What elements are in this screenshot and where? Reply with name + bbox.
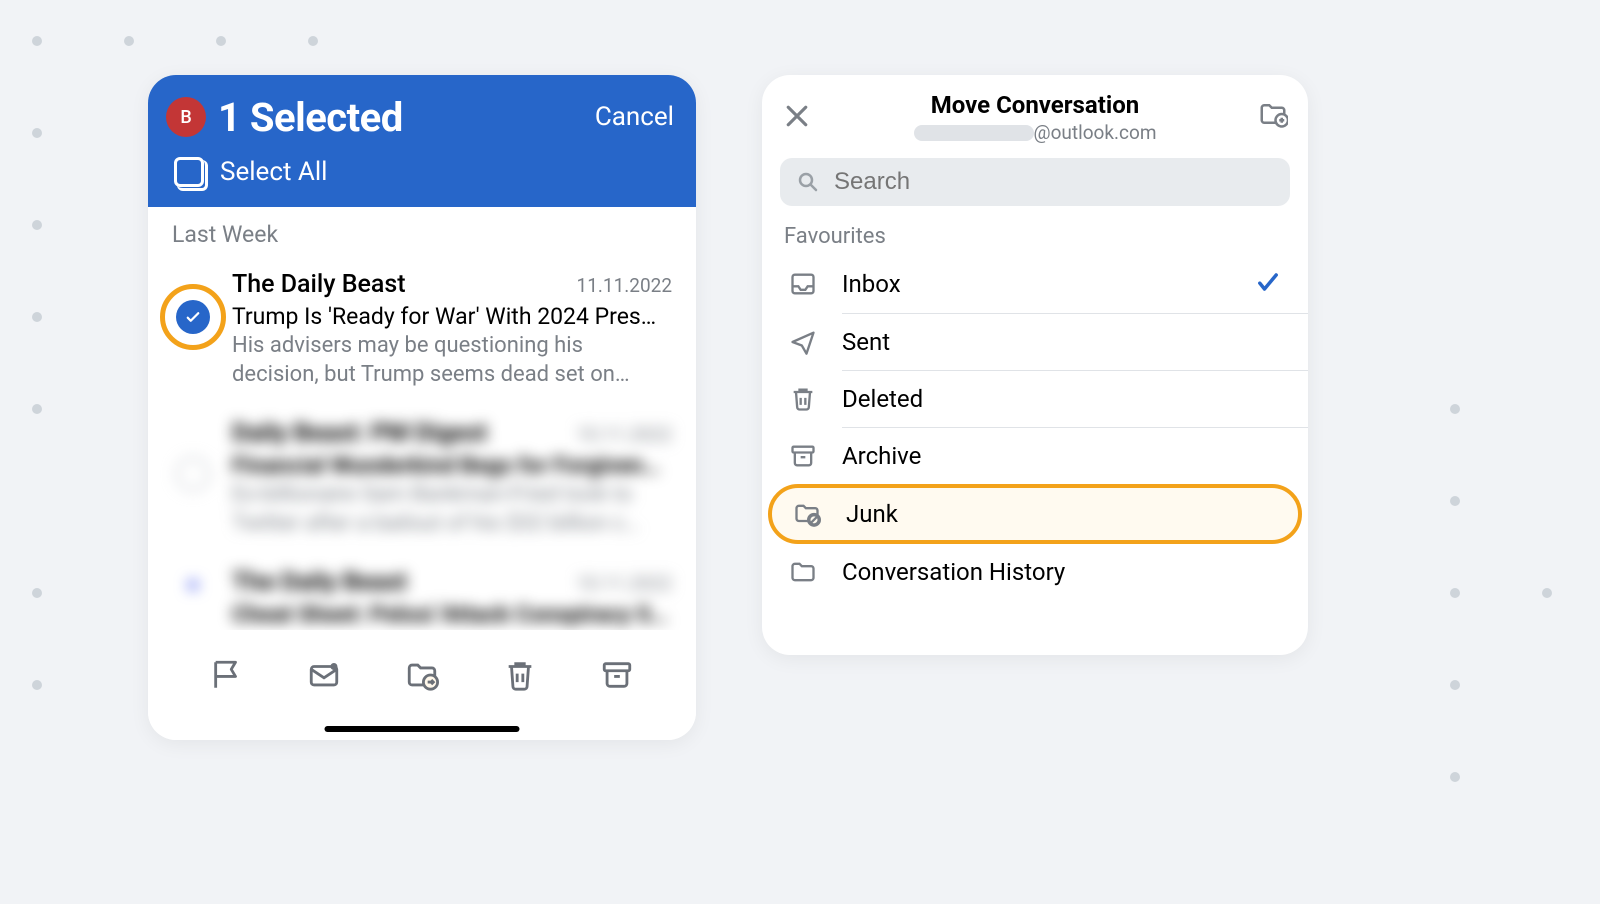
folder-label: Junk (846, 500, 1278, 528)
selection-header: B 1 Selected Cancel Select All (148, 75, 696, 207)
mail-date: 10.11.2022 (577, 572, 672, 595)
selection-checkbox[interactable] (166, 457, 220, 491)
unread-dot-icon (188, 580, 198, 590)
move-conversation-panel: Move Conversation @outlook.com Favourite… (762, 75, 1308, 655)
avatar[interactable]: B (166, 97, 206, 137)
select-all-button[interactable]: Select All (166, 147, 674, 187)
mark-read-button[interactable] (302, 653, 346, 697)
panel-subtitle: @outlook.com (822, 121, 1248, 144)
junk-icon (792, 499, 822, 529)
section-header: Last Week (148, 207, 696, 258)
mail-sender: The Daily Beast (232, 270, 577, 299)
folder-icon (788, 557, 818, 587)
selection-count-title: 1 Selected (218, 94, 595, 141)
checkmark-icon (1254, 268, 1282, 300)
folder-plus-icon (1258, 99, 1288, 129)
trash-icon (788, 384, 818, 414)
move-header: Move Conversation @outlook.com (762, 75, 1308, 148)
move-button[interactable] (400, 653, 444, 697)
mail-subject: Financial Wunderkind Begs for Forgiven… (232, 452, 672, 479)
folder-label: Conversation History (842, 558, 1282, 586)
delete-button[interactable] (498, 653, 542, 697)
mail-item[interactable]: The Daily Beast 11.11.2022 Trump Is 'Rea… (148, 258, 696, 407)
folder-item-junk[interactable]: Junk (768, 484, 1302, 544)
select-all-icon (174, 157, 204, 187)
folder-item-sent[interactable]: Sent (762, 314, 1308, 370)
folder-label: Inbox (842, 270, 1230, 298)
folder-label: Deleted (842, 385, 1282, 413)
mail-sender: The Daily Beast (232, 568, 577, 597)
folder-item-inbox[interactable]: Inbox (762, 255, 1308, 313)
mail-subject: Trump Is 'Ready for War' With 2024 Pres… (232, 303, 672, 330)
close-icon (782, 101, 812, 131)
home-indicator (325, 726, 520, 732)
folder-move-icon (405, 658, 439, 692)
sent-icon (788, 327, 818, 357)
select-all-label: Select All (220, 157, 328, 187)
folder-label: Sent (842, 328, 1282, 356)
search-icon (796, 170, 820, 194)
panel-title: Move Conversation (822, 91, 1248, 119)
folder-item-archive[interactable]: Archive (762, 428, 1308, 484)
mail-preview: Ex-billionaire Sam Bankman-Fried took to… (232, 481, 672, 538)
search-field[interactable] (780, 158, 1290, 206)
search-input[interactable] (834, 168, 1274, 196)
folder-item-conversation-history[interactable]: Conversation History (762, 544, 1308, 600)
mail-sender: Daily Beast: PM Digest (232, 419, 577, 448)
mail-date: 10.11.2022 (577, 423, 672, 446)
selection-checkbox[interactable] (166, 300, 220, 334)
folder-label: Archive (842, 442, 1282, 470)
cancel-button[interactable]: Cancel (595, 102, 674, 132)
mail-item[interactable]: The Daily Beast 10.11.2022 Cheat Sheet: … (148, 556, 696, 632)
action-toolbar (148, 630, 696, 740)
folder-list: Inbox Sent Deleted Archive (762, 255, 1308, 600)
favourites-label: Favourites (762, 210, 1308, 255)
archive-icon (788, 441, 818, 471)
archive-button[interactable] (595, 653, 639, 697)
highlight-ring (160, 284, 226, 350)
mail-preview: His advisers may be questioning his deci… (232, 332, 672, 389)
flag-button[interactable] (205, 653, 249, 697)
mail-date: 11.11.2022 (577, 274, 672, 297)
inbox-icon (788, 269, 818, 299)
new-folder-button[interactable] (1258, 99, 1288, 129)
mail-item[interactable]: Daily Beast: PM Digest 10.11.2022 Financ… (148, 407, 696, 556)
selection-panel: B 1 Selected Cancel Select All Last Week… (148, 75, 696, 740)
mail-subject: Cheat Sheet: Pelosi 'Attack Conspiracy S… (232, 601, 672, 628)
close-button[interactable] (782, 101, 812, 131)
redacted-mask (914, 125, 1034, 141)
folder-item-deleted[interactable]: Deleted (762, 371, 1308, 427)
